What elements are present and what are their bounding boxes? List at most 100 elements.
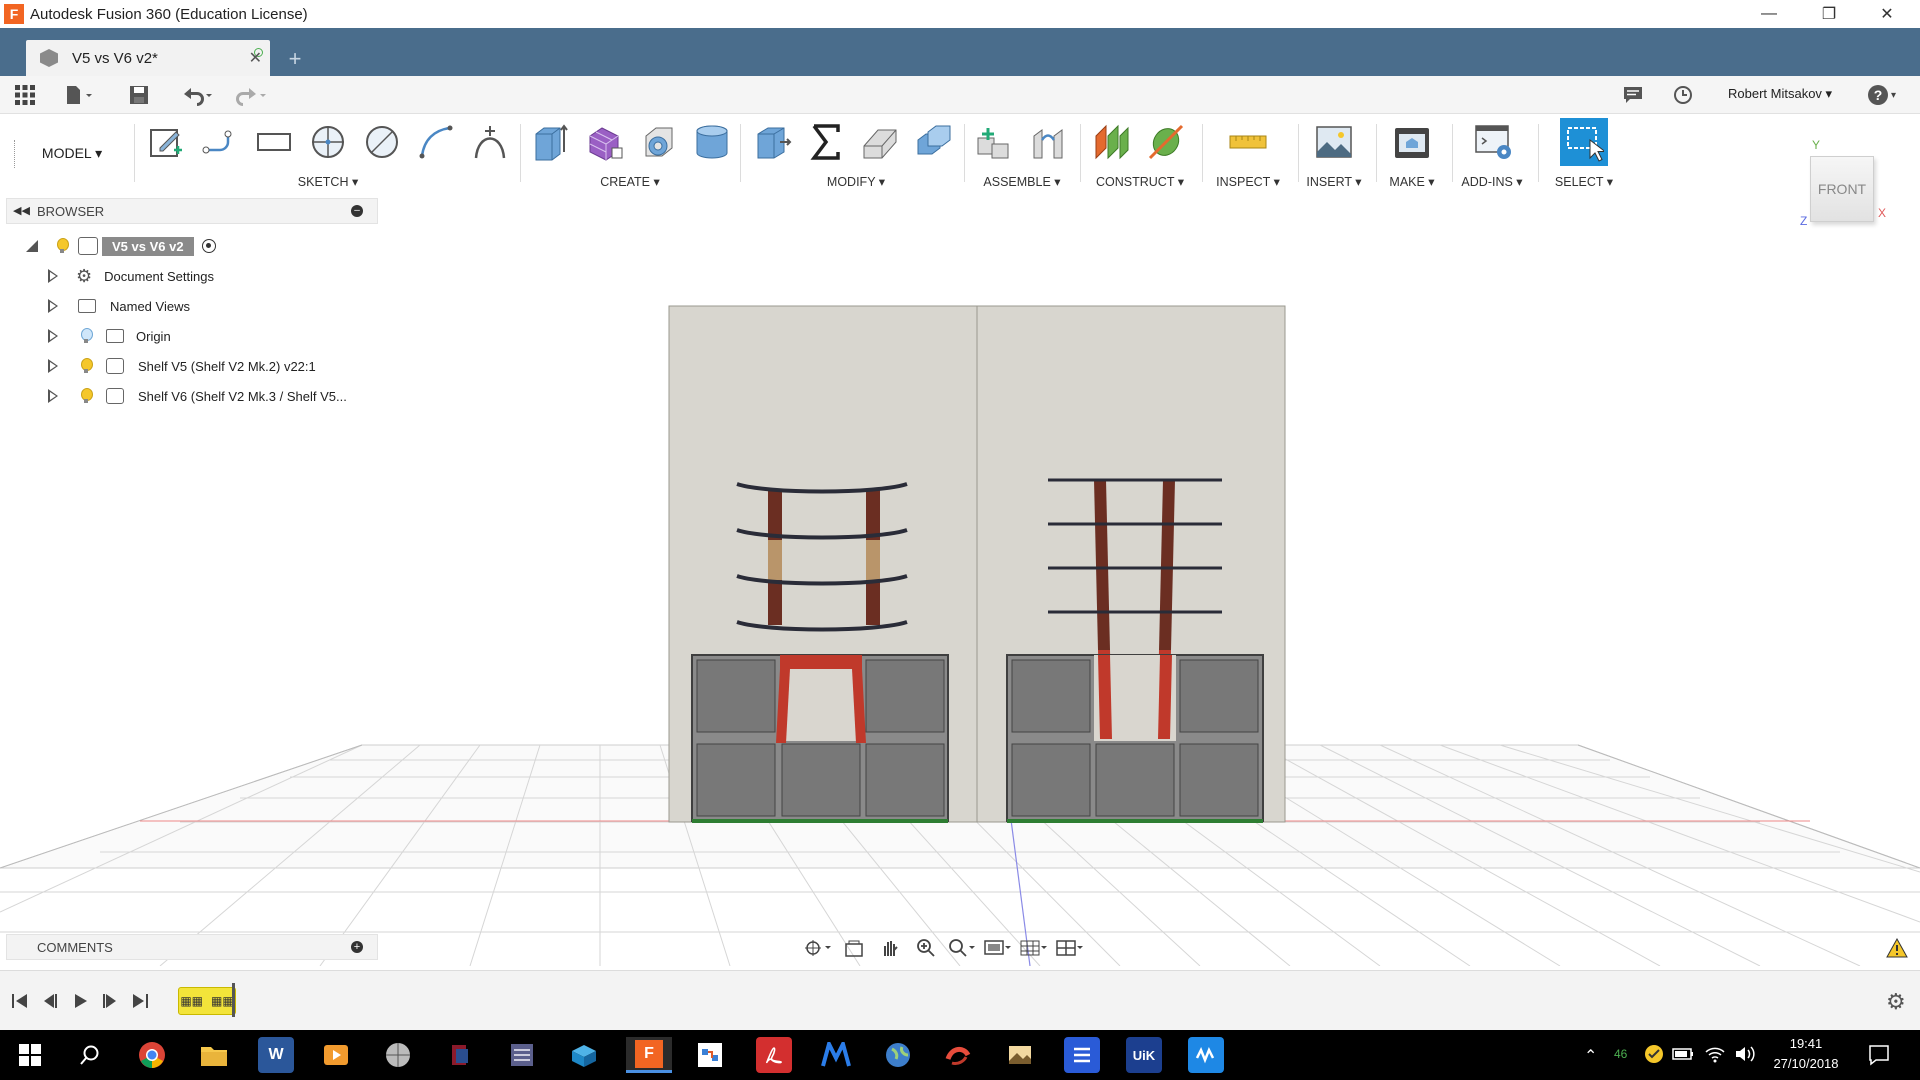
- action-center-icon[interactable]: [1868, 1044, 1890, 1069]
- make-group-label[interactable]: MAKE ▾: [1376, 174, 1448, 189]
- tray-badge-count[interactable]: 46: [1614, 1047, 1627, 1061]
- scripts-addins-icon[interactable]: [1472, 120, 1516, 164]
- app-tool-icon[interactable]: [442, 1037, 478, 1073]
- two-point-circle-icon[interactable]: [360, 120, 404, 164]
- play-icon[interactable]: [70, 991, 94, 1011]
- document-tab[interactable]: V5 vs V6 v2* ✕: [26, 40, 270, 76]
- restore-button[interactable]: ❐: [1800, 0, 1858, 28]
- browser-item-named-views[interactable]: Named Views: [46, 294, 190, 318]
- word-icon[interactable]: W: [258, 1037, 294, 1073]
- step-back-icon[interactable]: [40, 991, 64, 1011]
- joint-icon[interactable]: [1026, 120, 1070, 164]
- minimize-button[interactable]: —: [1740, 0, 1798, 28]
- app-uik-icon[interactable]: UiK: [1126, 1037, 1162, 1073]
- visibility-bulb-icon[interactable]: [78, 387, 94, 405]
- clock-date[interactable]: 27/10/2018: [1766, 1056, 1846, 1071]
- expand-triangle-icon[interactable]: [46, 359, 60, 373]
- redo-icon[interactable]: [232, 82, 268, 108]
- component-feature-icon[interactable]: ▦▦: [211, 994, 234, 1008]
- go-to-end-icon[interactable]: [130, 991, 154, 1011]
- revolve-icon[interactable]: [636, 120, 680, 164]
- collapse-browser-icon[interactable]: ◀◀: [13, 204, 30, 217]
- app-calculator-icon[interactable]: [504, 1037, 540, 1073]
- file-menu-icon[interactable]: [64, 82, 94, 108]
- browser-item-document-settings[interactable]: ⚙ Document Settings: [46, 264, 214, 288]
- sketch-group-label[interactable]: SKETCH ▾: [292, 174, 364, 189]
- media-app-icon[interactable]: [318, 1037, 354, 1073]
- browser-collapse-icon[interactable]: –: [351, 205, 363, 217]
- data-panel-grid-icon[interactable]: [14, 82, 36, 108]
- modify-group-label[interactable]: MODIFY ▾: [820, 174, 892, 189]
- browser-root-node[interactable]: V5 vs V6 v2: [26, 234, 216, 258]
- select-group-label[interactable]: SELECT ▾: [1546, 174, 1622, 189]
- browser-item-shelf-v5[interactable]: Shelf V5 (Shelf V2 Mk.2) v22:1: [46, 354, 316, 378]
- rectangle-tool-icon[interactable]: [252, 120, 296, 164]
- view-cube[interactable]: FRONT: [1810, 156, 1874, 222]
- warning-icon[interactable]: [1886, 937, 1908, 961]
- create-sketch-icon[interactable]: [144, 120, 188, 164]
- extrude-icon[interactable]: [528, 120, 572, 164]
- undo-icon[interactable]: [180, 82, 216, 108]
- form-icon[interactable]: [582, 120, 626, 164]
- viewports-icon[interactable]: [1052, 936, 1088, 960]
- pan-hand-icon[interactable]: [872, 936, 908, 960]
- workspace-switcher[interactable]: MODEL ▾: [16, 142, 128, 164]
- chrome-icon[interactable]: [134, 1037, 170, 1073]
- parameters-sigma-icon[interactable]: [804, 120, 848, 164]
- visibility-bulb-off-icon[interactable]: [78, 327, 94, 345]
- axis-through-cylinder-icon[interactable]: [1144, 120, 1188, 164]
- 3d-print-icon[interactable]: [1390, 120, 1434, 164]
- zoom-icon[interactable]: [908, 936, 944, 960]
- visibility-bulb-icon[interactable]: [54, 237, 70, 255]
- spline-tool-icon[interactable]: [468, 120, 512, 164]
- center-circle-icon[interactable]: [306, 120, 350, 164]
- notifications-icon[interactable]: [1622, 82, 1644, 108]
- browser-panel-header[interactable]: ◀◀ BROWSER –: [6, 198, 378, 224]
- expand-triangle-icon[interactable]: [46, 269, 60, 283]
- arc-tool-icon[interactable]: [414, 120, 458, 164]
- browser-item-shelf-v6[interactable]: Shelf V6 (Shelf V2 Mk.3 / Shelf V5...: [46, 384, 347, 408]
- job-status-icon[interactable]: [1672, 82, 1694, 108]
- app-earth-icon[interactable]: [880, 1037, 916, 1073]
- close-window-button[interactable]: ✕: [1858, 0, 1916, 28]
- line-tool-icon[interactable]: [198, 120, 242, 164]
- insert-group-label[interactable]: INSERT ▾: [1298, 174, 1370, 189]
- expand-triangle-icon[interactable]: [46, 329, 60, 343]
- app-swirl-icon[interactable]: [940, 1037, 976, 1073]
- windows-start-icon[interactable]: [12, 1037, 48, 1073]
- fillet-icon[interactable]: [858, 120, 902, 164]
- go-to-start-icon[interactable]: [10, 991, 34, 1011]
- acrobat-icon[interactable]: [756, 1037, 792, 1073]
- close-tab-button[interactable]: ✕: [249, 48, 262, 68]
- press-pull-icon[interactable]: [750, 120, 794, 164]
- app-box-icon[interactable]: [566, 1037, 602, 1073]
- 3d-canvas[interactable]: [0, 192, 1920, 967]
- search-icon[interactable]: [72, 1037, 108, 1073]
- battery-icon[interactable]: [1672, 1046, 1694, 1065]
- create-group-label[interactable]: CREATE ▾: [594, 174, 666, 189]
- save-icon[interactable]: [128, 82, 150, 108]
- collapse-triangle-icon[interactable]: [26, 240, 38, 252]
- activate-radio-icon[interactable]: [201, 239, 216, 253]
- tray-app-icon[interactable]: [1644, 1044, 1664, 1067]
- inspect-group-label[interactable]: INSPECT ▾: [1208, 174, 1288, 189]
- show-hidden-icons-chevron[interactable]: ⌃: [1584, 1046, 1597, 1066]
- browser-item-origin[interactable]: Origin: [46, 324, 171, 348]
- select-icon[interactable]: [1560, 118, 1608, 166]
- app-globe-icon[interactable]: [380, 1037, 416, 1073]
- add-comment-icon[interactable]: +: [351, 941, 363, 953]
- measure-icon[interactable]: [1226, 120, 1270, 164]
- app-list-icon[interactable]: [1064, 1037, 1100, 1073]
- timeline-settings-gear-icon[interactable]: ⚙: [1886, 989, 1906, 1015]
- expand-triangle-icon[interactable]: [46, 389, 60, 403]
- app-m-icon[interactable]: [818, 1037, 854, 1073]
- wifi-icon[interactable]: [1704, 1044, 1726, 1067]
- timeline-feature-group[interactable]: ▦▦ ▦▦: [178, 987, 236, 1015]
- user-account-menu[interactable]: Robert Mitsakov ▾: [1728, 86, 1832, 102]
- help-icon[interactable]: ? ▾: [1868, 82, 1896, 108]
- insert-image-icon[interactable]: [1312, 120, 1356, 164]
- timeline-playhead[interactable]: [232, 983, 235, 1017]
- display-settings-icon[interactable]: [980, 936, 1016, 960]
- app-flow-icon[interactable]: [692, 1037, 728, 1073]
- fit-zoom-icon[interactable]: [944, 936, 980, 960]
